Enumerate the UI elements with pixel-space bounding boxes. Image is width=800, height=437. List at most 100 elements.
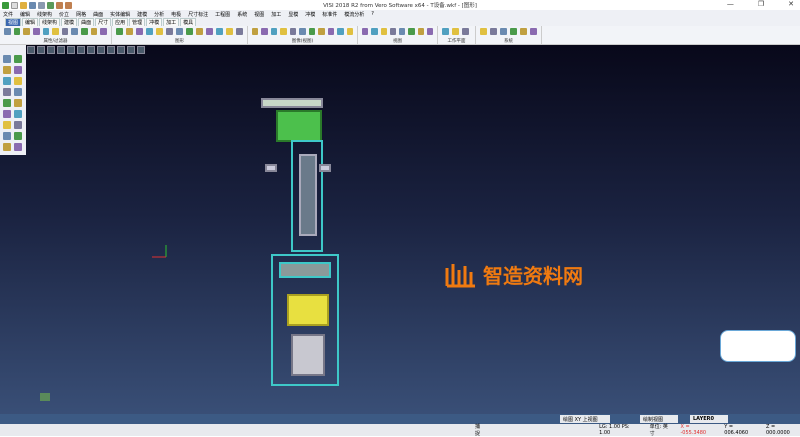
toolbar-button-icon[interactable] bbox=[206, 28, 213, 35]
toolbar-button-icon[interactable] bbox=[52, 28, 59, 35]
menu-item[interactable]: 价立 bbox=[59, 11, 69, 18]
toolbar-button-icon[interactable] bbox=[520, 28, 527, 35]
menu-item[interactable]: 分析 bbox=[154, 11, 164, 18]
toolbar-button-icon[interactable] bbox=[452, 28, 459, 35]
tool-button-icon[interactable] bbox=[14, 132, 22, 140]
tool-button-icon[interactable] bbox=[14, 88, 22, 96]
tool-button-icon[interactable] bbox=[14, 121, 22, 129]
toolbar-button-icon[interactable] bbox=[100, 28, 108, 35]
toolbar-button-icon[interactable] bbox=[490, 28, 497, 35]
menu-item[interactable]: 网格 bbox=[76, 11, 86, 18]
toolbar-button-icon[interactable] bbox=[81, 28, 88, 35]
view-button-icon[interactable] bbox=[67, 46, 75, 54]
menu-item[interactable]: 编辑 bbox=[20, 11, 30, 18]
tool-button-icon[interactable] bbox=[14, 55, 22, 63]
toolbar-button-icon[interactable] bbox=[337, 28, 344, 35]
tool-button-icon[interactable] bbox=[3, 110, 11, 118]
toolbar-button-icon[interactable] bbox=[510, 28, 517, 35]
tool-button-icon[interactable] bbox=[14, 66, 22, 74]
toolbar-button-icon[interactable] bbox=[289, 28, 297, 35]
toolbar-button-icon[interactable] bbox=[480, 28, 487, 35]
group-icons[interactable] bbox=[476, 26, 541, 37]
tool-button-icon[interactable] bbox=[14, 99, 22, 107]
view-button-icon[interactable] bbox=[137, 46, 145, 54]
toolbar-button-icon[interactable] bbox=[500, 28, 507, 35]
menu-item[interactable]: 实体编辑 bbox=[110, 11, 130, 18]
toolbar-button-icon[interactable] bbox=[23, 28, 30, 35]
group-icons[interactable] bbox=[248, 26, 357, 37]
menu-item[interactable]: ? bbox=[371, 11, 374, 17]
group-icons[interactable] bbox=[358, 26, 437, 37]
toolbar-button-icon[interactable] bbox=[362, 28, 369, 35]
toolbar-button-icon[interactable] bbox=[346, 28, 353, 35]
view-button-icon[interactable] bbox=[57, 46, 65, 54]
toolbar-button-icon[interactable] bbox=[261, 28, 268, 35]
menu-item[interactable]: 标准件 bbox=[322, 11, 337, 18]
view-button-icon[interactable] bbox=[47, 46, 55, 54]
view-button-icon[interactable] bbox=[97, 46, 105, 54]
tool-button-icon[interactable] bbox=[3, 99, 11, 107]
menu-item[interactable]: 模流分析 bbox=[344, 11, 364, 18]
menu-item[interactable]: 文件 bbox=[3, 11, 13, 18]
toolbar-button-icon[interactable] bbox=[32, 28, 40, 35]
maximize-button[interactable]: ❐ bbox=[758, 0, 764, 8]
toolbar-button-icon[interactable] bbox=[136, 28, 143, 35]
close-button[interactable]: ✕ bbox=[788, 0, 794, 8]
mascot-widget[interactable] bbox=[720, 330, 796, 362]
menu-item[interactable]: 线架构 bbox=[37, 11, 52, 18]
toolbar-button-icon[interactable] bbox=[426, 28, 433, 35]
tool-button-icon[interactable] bbox=[14, 77, 22, 85]
menu-item[interactable]: 尺寸标注 bbox=[188, 11, 208, 18]
draw-view-label[interactable]: 绘制视图 bbox=[640, 415, 678, 423]
group-icons[interactable] bbox=[112, 26, 247, 37]
menu-item[interactable]: 电极 bbox=[171, 11, 181, 18]
toolbar-button-icon[interactable] bbox=[4, 28, 11, 35]
toolbar-button-icon[interactable] bbox=[176, 28, 183, 35]
tool-button-icon[interactable] bbox=[14, 110, 22, 118]
menu-item[interactable]: 显模 bbox=[288, 11, 298, 18]
toolbar-button-icon[interactable] bbox=[42, 28, 50, 35]
tool-button-icon[interactable] bbox=[3, 121, 11, 129]
toolbar-button-icon[interactable] bbox=[252, 28, 259, 35]
tool-button-icon[interactable] bbox=[14, 143, 22, 151]
toolbar-button-icon[interactable] bbox=[13, 28, 21, 35]
toolbar-button-icon[interactable] bbox=[156, 28, 163, 35]
view-button-icon[interactable] bbox=[87, 46, 95, 54]
toolbar-button-icon[interactable] bbox=[530, 28, 537, 35]
toolbar-button-icon[interactable] bbox=[327, 28, 335, 35]
graphics-viewport[interactable] bbox=[0, 45, 800, 420]
tool-button-icon[interactable] bbox=[3, 77, 11, 85]
view-button-icon[interactable] bbox=[77, 46, 85, 54]
tool-button-icon[interactable] bbox=[3, 66, 11, 74]
toolbar-button-icon[interactable] bbox=[389, 28, 396, 35]
toolbar-button-icon[interactable] bbox=[399, 28, 406, 35]
snap-label[interactable]: 捕捉 bbox=[475, 423, 485, 437]
view-button-icon[interactable] bbox=[37, 46, 45, 54]
toolbar-button-icon[interactable] bbox=[61, 28, 69, 35]
toolbar-button-icon[interactable] bbox=[216, 28, 223, 35]
layer-field[interactable]: LAYER0 bbox=[690, 415, 728, 423]
toolbar-button-icon[interactable] bbox=[318, 28, 325, 35]
menu-item[interactable]: 冲模 bbox=[305, 11, 315, 18]
menu-item[interactable]: 系统 bbox=[237, 11, 247, 18]
toolbar-button-icon[interactable] bbox=[380, 28, 387, 35]
menu-item[interactable]: 加工 bbox=[271, 11, 281, 18]
toolbar-button-icon[interactable] bbox=[226, 28, 233, 35]
toolbar-button-icon[interactable] bbox=[299, 28, 306, 35]
toolbar-button-icon[interactable] bbox=[236, 28, 243, 35]
view-button-icon[interactable] bbox=[127, 46, 135, 54]
minimize-button[interactable]: — bbox=[727, 0, 734, 8]
toolbar-button-icon[interactable] bbox=[90, 28, 98, 35]
group-icons[interactable] bbox=[438, 26, 475, 37]
toolbar-button-icon[interactable] bbox=[116, 28, 123, 35]
view-button-icon[interactable] bbox=[117, 46, 125, 54]
toolbar-button-icon[interactable] bbox=[280, 28, 287, 35]
menu-item[interactable]: 曲面 bbox=[93, 11, 103, 18]
view-button-icon[interactable] bbox=[107, 46, 115, 54]
toolbar-button-icon[interactable] bbox=[146, 28, 153, 35]
view-button-icon[interactable] bbox=[27, 46, 35, 54]
tool-button-icon[interactable] bbox=[3, 132, 11, 140]
menu-item[interactable]: 工程图 bbox=[215, 11, 230, 18]
menu-item[interactable]: 视图 bbox=[254, 11, 264, 18]
toolbar-button-icon[interactable] bbox=[371, 28, 378, 35]
